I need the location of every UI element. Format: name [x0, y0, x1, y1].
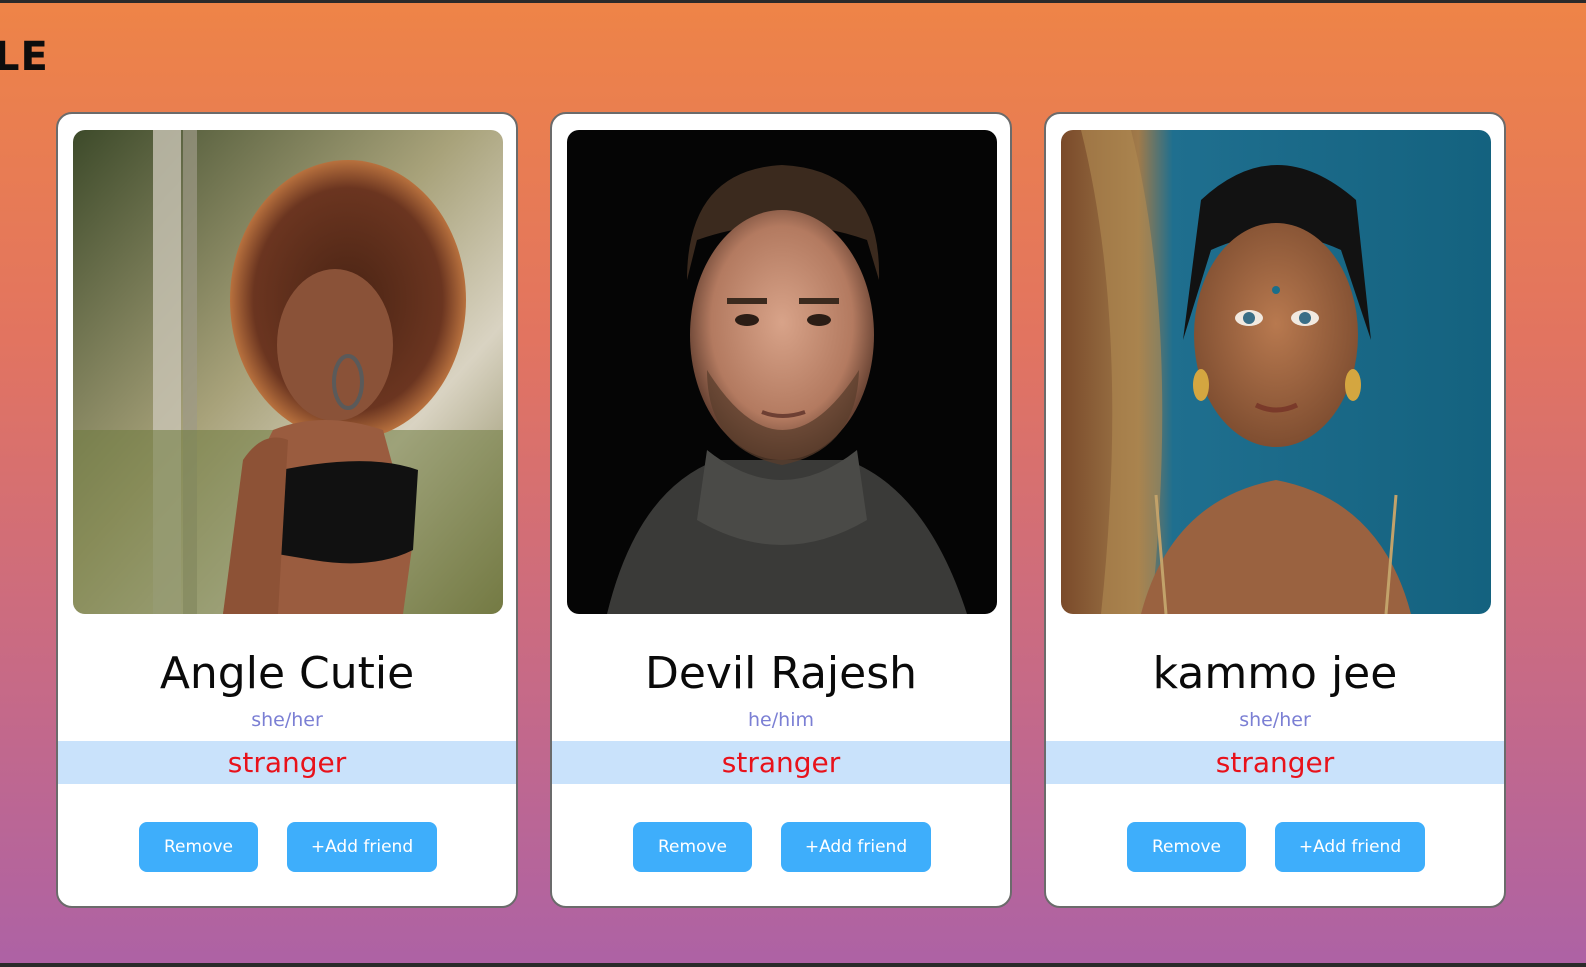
- add-friend-button[interactable]: +Add friend: [781, 822, 931, 872]
- relationship-status: stranger: [58, 741, 516, 784]
- profile-card: kammo jee she/her stranger Remove +Add f…: [1044, 112, 1506, 908]
- profile-name: Devil Rajesh: [644, 648, 918, 699]
- profile-card: Angle Cutie she/her stranger Remove +Add…: [56, 112, 518, 908]
- profile-photo: [1061, 130, 1491, 614]
- profile-name: Angle Cutie: [159, 648, 415, 699]
- profile-photo: [73, 130, 503, 614]
- profile-pronouns: she/her: [251, 709, 323, 731]
- profile-pronouns: he/him: [748, 709, 814, 731]
- profile-name: kammo jee: [1152, 648, 1398, 699]
- remove-button[interactable]: Remove: [139, 822, 258, 872]
- top-edge-bar: [0, 0, 1586, 3]
- relationship-status: stranger: [1046, 741, 1504, 784]
- profile-card: Devil Rajesh he/him stranger Remove +Add…: [550, 112, 1012, 908]
- remove-button[interactable]: Remove: [633, 822, 752, 872]
- profile-pronouns: she/her: [1239, 709, 1311, 731]
- page-title: LE: [0, 34, 49, 80]
- add-friend-button[interactable]: +Add friend: [287, 822, 437, 872]
- profile-photo: [567, 130, 997, 614]
- remove-button[interactable]: Remove: [1127, 822, 1246, 872]
- bottom-edge-bar: [0, 963, 1586, 967]
- add-friend-button[interactable]: +Add friend: [1275, 822, 1425, 872]
- relationship-status: stranger: [552, 741, 1010, 784]
